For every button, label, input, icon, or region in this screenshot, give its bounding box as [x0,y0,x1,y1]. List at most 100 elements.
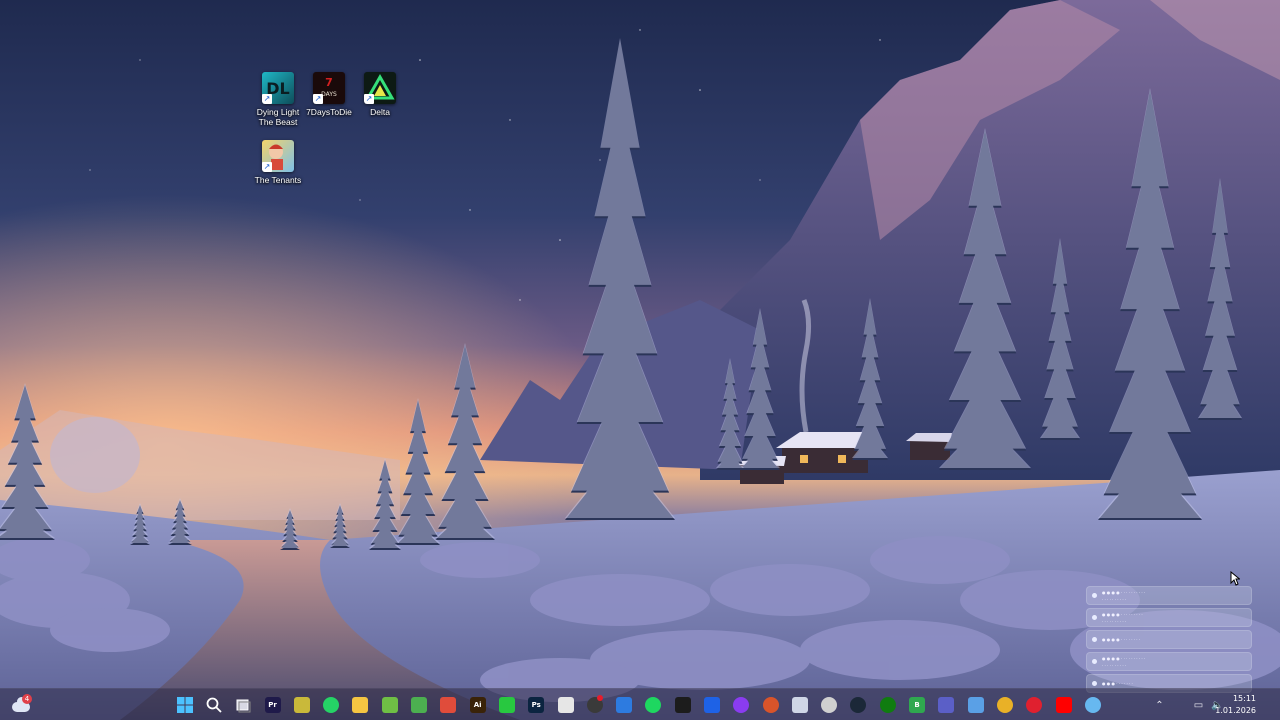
desktop-icon-7daystodie[interactable]: 7 DAYS ↗ 7DaysToDie [300,72,358,117]
task-view-icon [235,697,251,713]
app-light-blue-icon [1084,697,1101,713]
file-explorer-icon [352,697,369,713]
shortcut-arrow-icon: ↗ [262,94,272,104]
taskbar-app-app-dropbox[interactable] [697,691,726,719]
phone-link-icon [498,697,515,713]
desktop-icon-the-tenants[interactable]: ↗ The Tenants [249,140,307,185]
notification-stack: ● ● ● ● · · · · · · · · · · · · · · · · ·… [1086,586,1252,696]
taskbar-app-app-dark[interactable] [580,691,609,719]
notification-item[interactable]: ● ● ● ● · · · · · · · · · · · · · · · · ·… [1086,586,1252,605]
app-green-icon [293,697,310,713]
notification-subtext: · · · · · · · · · · [1102,662,1127,668]
taskbar-app-illustrator[interactable]: Ai [463,691,492,719]
notification-item[interactable]: ● ● ● ● · · · · · · · · [1086,630,1252,649]
taskbar-app-phone-link[interactable] [492,691,521,719]
search-icon [206,697,222,713]
taskbar-app-app-blue[interactable] [609,691,638,719]
taskbar-app-chrome[interactable] [990,691,1019,719]
spotify-icon [645,697,662,713]
app-red-icon [440,697,457,713]
taskbar-app-xbox[interactable] [873,691,902,719]
taskbar-app-capcut[interactable] [668,691,697,719]
taskbar-app-app-document[interactable] [551,691,580,719]
shortcut-arrow-icon: ↗ [262,162,272,172]
taskbar-app-search[interactable] [199,691,228,719]
youtube-icon [1055,697,1072,713]
taskbar-app-app-cloud[interactable] [961,691,990,719]
desktop-icon-label: Dying Light The Beast [256,107,300,127]
notification-text: ● ● ● ● · · · · · · · · · · [1102,589,1146,595]
taskbar-app-app-purple[interactable] [727,691,756,719]
taskbar-app-task-view[interactable] [229,691,258,719]
shortcut-arrow-icon: ↗ [364,94,374,104]
teams-icon [938,697,955,713]
opera-icon [1026,697,1043,713]
taskbar: 4 Pr Ai Ps B ⌃ ▭ 🔈 15:11 1.01.2026 [0,688,1280,720]
notification-dot-icon [1092,637,1097,642]
weather-widget[interactable]: 4 [10,694,34,716]
taskbar-app-app-green[interactable] [287,691,316,719]
taskbar-app-file-explorer[interactable] [346,691,375,719]
svg-text:7: 7 [325,76,333,89]
chevron-up-icon[interactable]: ⌃ [1150,689,1169,720]
xbox-icon [879,697,896,713]
desktop-icon-delta[interactable]: ↗ Delta [351,72,409,117]
taskbar-app-youtube[interactable] [1049,691,1078,719]
capcut-icon [674,697,691,713]
desktop-icon-label: Delta [370,107,390,117]
notification-text: ● ● ● ● · · · · · · · · · · [1102,655,1146,661]
app-blue-icon [616,697,633,713]
notification-text: ● ● ● · · · · · · · [1102,681,1133,686]
app-dropbox-icon [703,697,720,713]
taskbar-app-spotify[interactable] [639,691,668,719]
premiere-pro-icon: Pr [264,697,281,713]
delta-icon: ↗ [364,72,396,104]
illustrator-icon: Ai [469,697,486,713]
taskbar-app-xbox-game[interactable] [375,691,404,719]
taskbar-app-steam[interactable] [844,691,873,719]
taskbar-app-photoshop[interactable]: Ps [522,691,551,719]
taskbar-app-opera[interactable] [1020,691,1049,719]
notification-item[interactable]: ● ● ● ● · · · · · · · · · · · · · · · · ·… [1086,608,1252,627]
notification-dot-icon [1092,593,1097,598]
xbox-game-icon [381,697,398,713]
the-tenants-icon: ↗ [262,140,294,172]
tray-spacer [1169,689,1189,720]
taskbar-app-app-lime[interactable] [404,691,433,719]
app-ring-icon [821,697,838,713]
notification-item[interactable]: ● ● ● ● · · · · · · · · · · · · · · · · ·… [1086,652,1252,671]
svg-text:DAYS: DAYS [321,91,337,98]
mouse-cursor-icon [1230,571,1240,586]
shortcut-arrow-icon: ↗ [313,94,323,104]
app-cloud-icon [967,697,984,713]
app-b-icon: B [909,697,926,713]
notification-subtext: · · · · · · · · · · [1102,596,1127,602]
clock[interactable]: 15:11 1.01.2026 [1215,693,1256,717]
app-document-icon [557,697,574,713]
desktop-icon-label: 7DaysToDie [306,107,352,117]
taskbar-app-app-b[interactable]: B [902,691,931,719]
notification-text: ● ● ● ● · · · · · · · · [1102,637,1141,642]
app-purple-icon [733,697,750,713]
clock-time: 15:11 [1232,694,1256,703]
taskbar-app-app-red[interactable] [434,691,463,719]
taskbar-app-app-ring[interactable] [815,691,844,719]
taskbar-app-whatsapp[interactable] [316,691,345,719]
steam-icon [850,697,867,713]
taskbar-app-app-white[interactable] [785,691,814,719]
taskbar-app-premiere-pro[interactable]: Pr [258,691,287,719]
pinned-apps: Pr Ai Ps B [170,691,1108,719]
dying-light-icon: DL ↗ [262,72,294,104]
notification-text: ● ● ● ● · · · · · · · · · [1102,611,1143,617]
taskbar-app-start[interactable] [170,691,199,719]
taskbar-app-app-orange[interactable] [756,691,785,719]
weather-badge: 4 [22,694,32,704]
chrome-icon [996,697,1013,713]
whatsapp-icon [323,697,340,713]
photoshop-icon: Ps [528,697,545,713]
network-icon[interactable]: ▭ [1189,689,1208,720]
desktop-icon-dying-light[interactable]: DL ↗ Dying Light The Beast [249,72,307,127]
taskbar-app-teams[interactable] [932,691,961,719]
notification-dot-icon [1092,615,1097,620]
taskbar-app-app-light-blue[interactable] [1078,691,1107,719]
